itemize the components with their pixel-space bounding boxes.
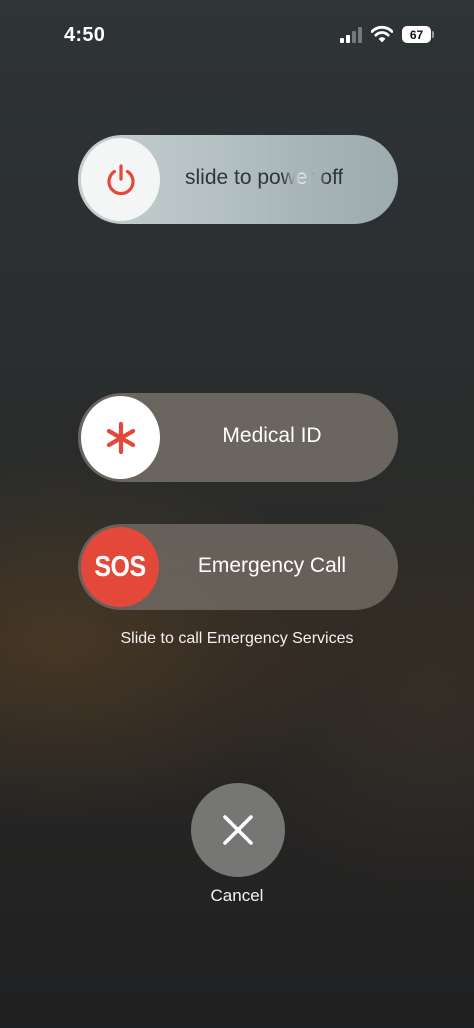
- medical-id-slider[interactable]: Medical ID: [78, 393, 398, 482]
- status-time: 4:50: [64, 24, 106, 46]
- cancel-label: Cancel: [210, 886, 264, 905]
- battery-icon: 67: [402, 26, 434, 43]
- power-off-slider[interactable]: slide to power off: [78, 135, 398, 224]
- wifi-icon: [370, 25, 394, 43]
- emergency-hint-text: Slide to call Emergency Services: [120, 630, 354, 647]
- sos-slider-label: Emergency Call: [197, 554, 347, 577]
- emergency-call-slider[interactable]: SOS Emergency Call: [78, 524, 398, 610]
- close-icon: [223, 815, 253, 845]
- cancel-button[interactable]: [191, 783, 285, 877]
- power-slider-knob[interactable]: [81, 138, 160, 221]
- medical-slider-label: Medical ID: [222, 424, 322, 447]
- battery-level: 67: [402, 26, 431, 43]
- status-bar: 4:50 67: [0, 0, 474, 70]
- power-slider-label: slide to power off: [185, 166, 344, 189]
- cellular-signal-icon: [340, 27, 364, 43]
- power-icon: [106, 163, 135, 195]
